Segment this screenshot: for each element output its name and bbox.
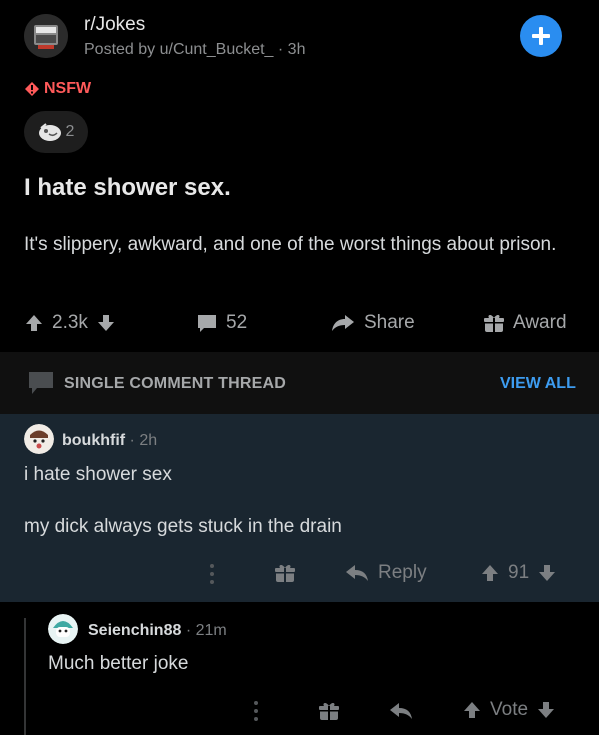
comment-text-line: i hate shower sex [24,464,172,485]
avatar[interactable] [24,424,54,454]
comments-button[interactable]: 52 [196,312,247,334]
username[interactable]: Seienchin88 [88,622,181,639]
award-label: Award [513,312,567,333]
comment-age: · 21m [185,622,227,639]
view-all-link[interactable]: VIEW ALL [500,375,576,393]
vote-label: Vote [490,699,529,720]
join-button[interactable] [520,15,562,57]
comment-author[interactable]: Seienchin88 · 21m [88,622,227,640]
upvote-count: 2.3k [52,312,88,333]
reply-icon [346,565,368,581]
thread-comment-icon [27,370,55,396]
thread-line[interactable] [24,618,26,735]
share-icon [332,315,354,331]
comment-icon [198,315,216,332]
gift-icon[interactable] [318,700,340,722]
more-options-icon[interactable] [206,562,218,586]
upvote-icon[interactable] [462,700,482,720]
share-label: Share [364,312,415,333]
awards-pill[interactable]: 2 [24,111,88,153]
comment-author[interactable]: boukhfif · 2h [62,432,157,450]
upvote-icon[interactable] [480,563,500,583]
downvote-icon[interactable] [96,313,116,333]
comment-age: · 2h [129,432,158,449]
post-title[interactable]: I hate shower sex. [24,174,231,202]
share-button[interactable]: Share [330,312,415,334]
posted-by[interactable]: Posted by u/Cunt_Bucket_ · 3h [84,41,305,59]
vote-count: 91 [508,562,530,583]
plus-icon [532,27,550,45]
more-options-icon[interactable] [250,699,262,723]
gift-icon[interactable] [274,562,296,584]
comment-vote-control: Vote [462,699,556,721]
comment-text-line: my dick always gets stuck in the drain [24,516,342,537]
comment-vote-control: 91 [480,562,557,584]
upvote-icon[interactable] [24,313,44,333]
comment-text: Much better joke [48,653,189,674]
username[interactable]: boukhfif [62,432,125,449]
nsfw-icon [25,82,39,96]
gift-icon [484,314,504,332]
post-body: It's slippery, awkward, and one of the w… [24,234,557,255]
downvote-icon[interactable] [537,563,557,583]
award-icon [38,123,61,141]
subreddit-avatar[interactable] [24,14,68,58]
downvote-icon[interactable] [536,700,556,720]
thread-label: SINGLE COMMENT THREAD [64,375,286,392]
reply-icon[interactable] [388,700,414,722]
reply-button[interactable]: Reply [344,562,427,584]
nsfw-badge: NSFW [24,80,91,98]
avatar[interactable] [48,614,78,644]
subreddit-name[interactable]: r/Jokes [84,14,145,36]
award-count: 2 [65,123,75,140]
nsfw-label: NSFW [44,80,92,97]
reply-label: Reply [378,562,427,583]
comments-count: 52 [226,312,248,333]
award-button[interactable]: Award [483,312,567,334]
vote-control: 2.3k [24,312,116,334]
